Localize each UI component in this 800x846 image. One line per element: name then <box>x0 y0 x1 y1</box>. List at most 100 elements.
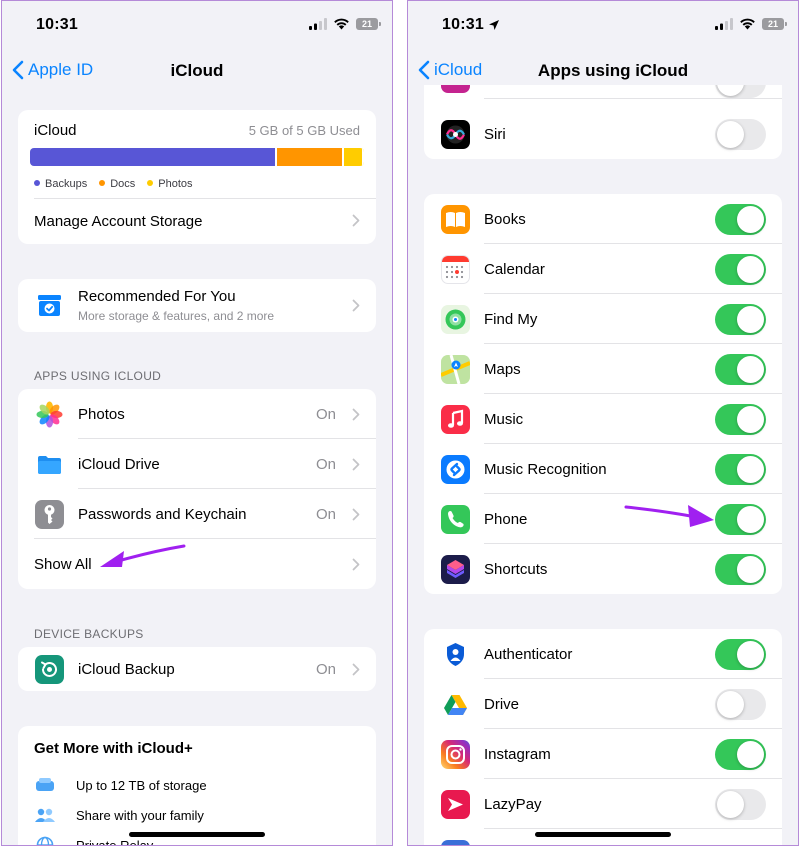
storage-title: iCloud <box>34 122 77 139</box>
backup-restore-icon <box>35 655 64 684</box>
toggle-knob <box>737 556 764 583</box>
app-row-maps[interactable]: Maps <box>424 344 782 394</box>
app-row-books[interactable]: Books <box>424 194 782 244</box>
battery-icon: 21 <box>762 18 787 30</box>
toggle-knob <box>717 85 744 96</box>
wifi-icon <box>740 18 755 30</box>
chevron-right-icon <box>352 663 360 676</box>
system-icons: 21 <box>715 18 787 30</box>
siri-toggle[interactable] <box>715 119 766 150</box>
legend-dot <box>34 180 40 186</box>
app-row-siri[interactable]: Siri <box>424 109 782 159</box>
music-recognition-toggle[interactable] <box>715 454 766 485</box>
battery-level: 21 <box>361 19 372 29</box>
toggle-knob <box>737 306 764 333</box>
app-status: On <box>315 455 336 473</box>
manage-account-storage-row[interactable]: Manage Account Storage <box>18 198 376 244</box>
app-label: Authenticator <box>484 645 573 663</box>
toggle-knob <box>737 256 764 283</box>
feature-family: Share with your family <box>34 806 204 824</box>
toggle-knob <box>717 121 744 148</box>
app-label: Find My <box>484 310 538 328</box>
shortcuts-toggle[interactable] <box>715 554 766 585</box>
maps-toggle[interactable] <box>715 354 766 385</box>
toggle-knob <box>737 641 764 668</box>
page-title: Apps using iCloud <box>537 61 689 80</box>
app-row-authenticator[interactable]: Authenticator <box>424 629 782 679</box>
battery-level: 21 <box>767 19 778 29</box>
calendar-toggle[interactable] <box>715 254 766 285</box>
battery-icon: 21 <box>356 18 381 30</box>
instagram-toggle[interactable] <box>715 739 766 770</box>
app-row-drive[interactable]: Drive <box>424 679 782 729</box>
app-row-shortcuts[interactable]: Shortcuts <box>424 544 782 594</box>
feature-private-relay: Private Relay <box>34 836 153 845</box>
status-time: 10:31 <box>36 16 78 33</box>
toggle-knob <box>717 791 744 818</box>
legend-backups: Backups <box>34 178 87 190</box>
drive-toggle[interactable] <box>715 689 766 720</box>
phone-toggle[interactable] <box>715 504 766 535</box>
app-icon-partial <box>441 840 470 845</box>
app-label: Drive <box>484 695 520 713</box>
chevron-right-icon <box>352 408 360 421</box>
chevron-right-icon <box>352 214 360 227</box>
toggle-partial[interactable] <box>715 85 766 98</box>
recommended-row[interactable]: Recommended For You More storage & featu… <box>18 279 376 332</box>
icloud-settings-screen: 10:31 21 Apple ID iCloud iCloud 5 GB of … <box>1 0 393 846</box>
app-row-passwords-keychain[interactable]: Passwords and Keychain On <box>18 489 376 539</box>
authenticator-toggle[interactable] <box>715 639 766 670</box>
app-label: Shortcuts <box>484 560 548 578</box>
lazypay-toggle[interactable] <box>715 789 766 820</box>
instagram-icon <box>441 740 470 769</box>
screenshot-stage: 10:31 21 Apple ID iCloud iCloud 5 GB of … <box>0 0 800 846</box>
storage-legend: Backups Docs Photos <box>34 178 193 190</box>
feature-label: Up to 12 TB of storage <box>76 777 207 793</box>
app-row-music-recognition[interactable]: Music Recognition <box>424 444 782 494</box>
app-status: On <box>315 405 336 423</box>
toggle-knob <box>737 456 764 483</box>
navigation-bar: Apple ID iCloud <box>2 53 392 89</box>
chevron-right-icon <box>352 558 360 571</box>
legend-label: Photos <box>158 178 193 190</box>
find-my-toggle[interactable] <box>715 304 766 335</box>
legend-photos: Photos <box>147 178 193 190</box>
music-toggle[interactable] <box>715 404 766 435</box>
app-row-lazypay[interactable]: LazyPay <box>424 779 782 829</box>
key-icon <box>35 500 64 529</box>
device-backups-header: DEVICE BACKUPS <box>34 627 144 641</box>
books-icon <box>441 205 470 234</box>
apps-group-1: Siri <box>424 85 782 159</box>
photos-icon <box>35 400 64 429</box>
app-label: Photos <box>78 405 125 423</box>
storage-card: iCloud 5 GB of 5 GB Used Backups Docs Ph… <box>18 110 376 244</box>
books-toggle[interactable] <box>715 204 766 235</box>
app-row-find-my[interactable]: Find My <box>424 294 782 344</box>
recommended-card[interactable]: Recommended For You More storage & featu… <box>18 279 376 332</box>
home-indicator <box>535 832 671 837</box>
partially-hidden-row <box>424 85 782 99</box>
status-time: 10:31 <box>442 16 484 33</box>
storage-segment-docs <box>277 148 344 166</box>
feature-label: Share with your family <box>76 807 204 823</box>
chevron-right-icon <box>352 508 360 521</box>
app-row-calendar[interactable]: Calendar <box>424 244 782 294</box>
maps-icon <box>441 355 470 384</box>
app-row-icloud-drive[interactable]: iCloud Drive On <box>18 439 376 489</box>
status-bar: 10:31 21 <box>408 1 798 47</box>
legend-dot <box>147 180 154 186</box>
calendar-icon <box>441 255 470 284</box>
app-row-photos[interactable]: Photos On <box>18 389 376 439</box>
storage-used-text: 5 GB of 5 GB Used <box>248 123 360 138</box>
navigation-bar: iCloud Apps using iCloud <box>408 53 798 89</box>
app-label: LazyPay <box>484 795 542 813</box>
app-row-phone[interactable]: Phone <box>424 494 782 544</box>
icloud-backup-row[interactable]: iCloud Backup On <box>18 647 376 691</box>
page-title: iCloud <box>170 61 224 80</box>
show-all-row[interactable]: Show All <box>18 539 376 589</box>
wifi-icon <box>334 18 349 30</box>
find-my-icon <box>441 305 470 334</box>
app-row-instagram[interactable]: Instagram <box>424 729 782 779</box>
app-row-music[interactable]: Music <box>424 394 782 444</box>
toggle-knob <box>737 356 764 383</box>
